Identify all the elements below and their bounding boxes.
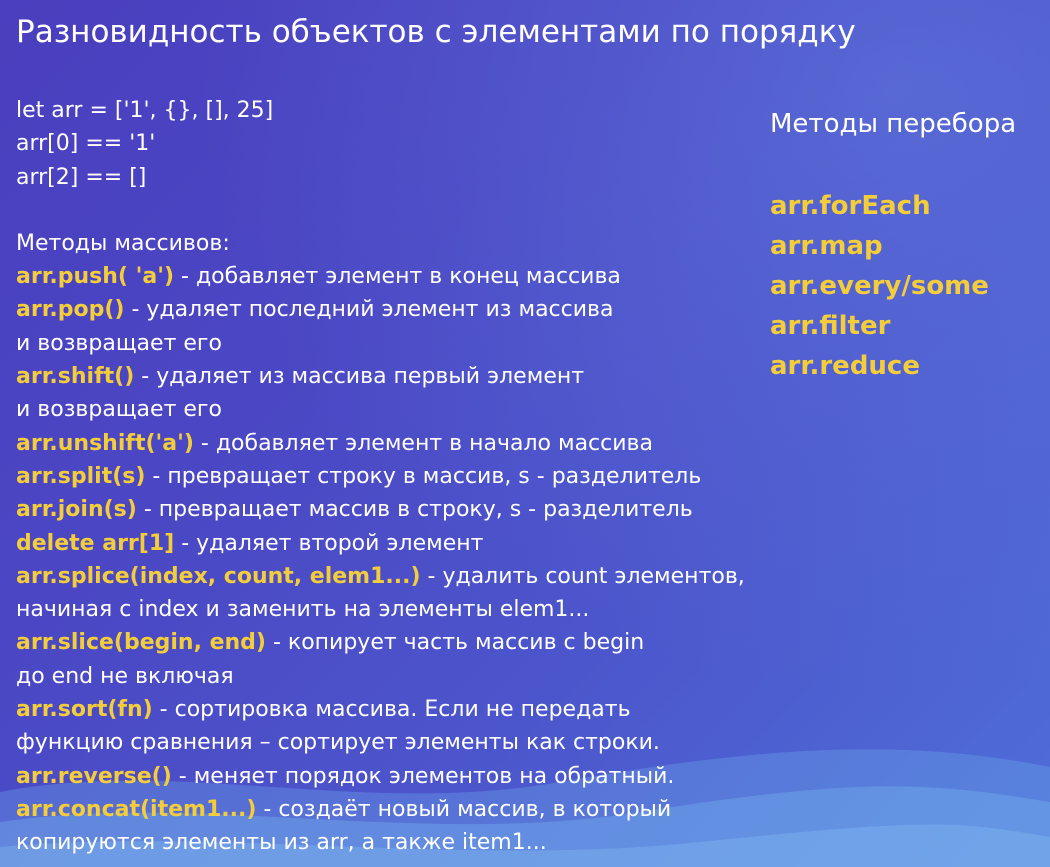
method-description: - удаляет последний элемент из массива (124, 297, 614, 323)
method-line: arr.push( 'a') - добавляет элемент в кон… (16, 260, 806, 293)
method-line: arr.join(s) - превращает массив в строку… (16, 493, 806, 526)
method-code: arr.pop() (16, 297, 125, 323)
right-column: Методы перебора arr.forEach arr.map arr.… (770, 106, 1040, 386)
method-description: - копирует часть массив с begin (265, 630, 645, 656)
method-line: и возвращает его (16, 393, 806, 426)
iteration-heading: Методы перебора (770, 109, 1017, 139)
method-line: arr.pop() - удаляет последний элемент из… (16, 293, 806, 326)
method-code: arr.split(s) (16, 463, 146, 489)
iteration-method: arr.map (770, 231, 883, 261)
iteration-method: arr.every/some (770, 271, 989, 301)
method-description: функцию сравнения – сортирует элементы к… (16, 730, 660, 756)
method-description: - создаёт новый массив, в который (256, 796, 672, 822)
methods-heading: Методы массивов: (16, 230, 230, 256)
method-description: начиная с index и заменить на элементы e… (16, 597, 590, 623)
slide-title: Разновидность объектов с элементами по п… (16, 14, 856, 50)
method-code: arr.concat(item1...) (16, 796, 257, 822)
method-line: и возвращает его (16, 327, 806, 360)
example-line: let arr = ['1', {}, [], 25] (16, 98, 274, 123)
iteration-methods-list: arr.forEach arr.map arr.every/some arr.f… (770, 186, 1040, 386)
method-line: arr.shift() - удаляет из массива первый … (16, 360, 806, 393)
method-code: arr.slice(begin, end) (16, 630, 266, 656)
method-line: начиная с index и заменить на элементы e… (16, 593, 806, 626)
method-line: arr.concat(item1...) - создаёт новый мас… (16, 793, 806, 826)
method-line: до end не включая (16, 660, 806, 693)
method-line: arr.split(s) - превращает строку в масси… (16, 460, 806, 493)
method-description: и возвращает его (16, 330, 222, 356)
method-line: arr.slice(begin, end) - копирует часть м… (16, 626, 806, 659)
method-description: - удаляет второй элемент (174, 530, 484, 556)
method-line: arr.splice(index, count, elem1...) - уда… (16, 560, 806, 593)
method-code: arr.join(s) (16, 497, 137, 523)
methods-list: arr.push( 'a') - добавляет элемент в кон… (16, 260, 806, 859)
method-code: delete arr[1] (16, 530, 175, 556)
method-line: delete arr[1] - удаляет второй элемент (16, 527, 806, 560)
method-line: копируются элементы из arr, а также item… (16, 826, 806, 859)
method-description: копируются элементы из arr, а также item… (16, 830, 547, 856)
method-description: - меняет порядок элементов на обратный. (171, 763, 675, 789)
method-description: - превращает строку в массив, s - раздел… (145, 463, 702, 489)
method-code: arr.push( 'a') (16, 264, 175, 290)
method-code: arr.shift() (16, 364, 135, 390)
iteration-method: arr.filter (770, 311, 891, 341)
method-code: arr.unshift('a') (16, 430, 194, 456)
method-description: - добавляет элемент в конец массива (174, 264, 621, 290)
method-code: arr.sort(fn) (16, 697, 153, 723)
method-code: arr.reverse() (16, 763, 172, 789)
method-description: и возвращает его (16, 397, 222, 423)
iteration-method: arr.forEach (770, 191, 931, 221)
method-line: arr.reverse() - меняет порядок элементов… (16, 760, 806, 793)
method-description: - сортировка массива. Если не передать (152, 697, 631, 723)
method-line: arr.sort(fn) - сортировка массива. Если … (16, 693, 806, 726)
iteration-method: arr.reduce (770, 351, 920, 381)
method-line: функцию сравнения – сортирует элементы к… (16, 726, 806, 759)
example-line: arr[0] == '1' (16, 131, 156, 157)
method-description: - удалить count элементов, (420, 563, 745, 589)
method-description: до end не включая (16, 663, 234, 689)
method-description: - удаляет из массива первый элемент (134, 364, 585, 390)
left-column: let arr = ['1', {}, [], 25] arr[0] == '1… (16, 94, 806, 860)
method-code: arr.splice(index, count, elem1...) (16, 563, 421, 589)
code-examples: let arr = ['1', {}, [], 25] arr[0] == '1… (16, 94, 806, 194)
method-description: - превращает массив в строку, s - раздел… (136, 497, 693, 523)
example-line: arr[2] == [] (16, 164, 147, 190)
method-description: - добавляет элемент в начало массива (193, 430, 653, 456)
method-line: arr.unshift('a') - добавляет элемент в н… (16, 427, 806, 460)
